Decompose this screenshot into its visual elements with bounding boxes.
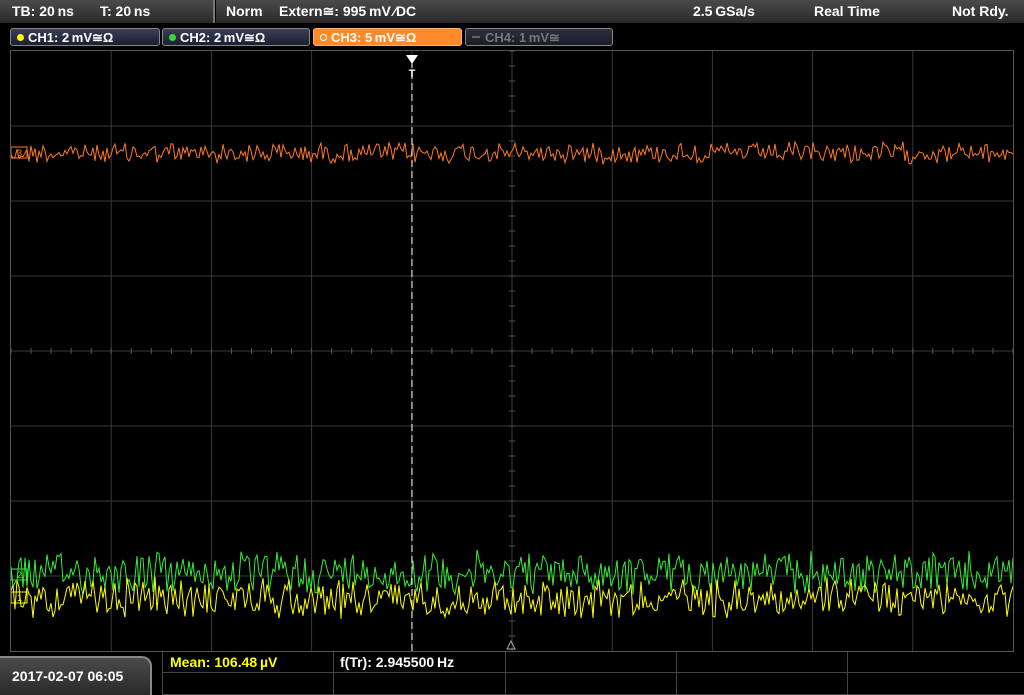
channel-2-dot-icon bbox=[169, 34, 176, 41]
trigger-mode-label: Norm bbox=[226, 3, 263, 19]
trigger-panel[interactable]: Norm Extern≅: 995 mV ∕DC 2.5 GSa/s Real … bbox=[216, 0, 1024, 23]
channel-1-button[interactable]: CH1: 2 mV≅Ω bbox=[10, 28, 160, 46]
ch2-ref-label: 2 bbox=[17, 570, 22, 580]
channel-3-dot-icon bbox=[320, 34, 327, 41]
top-status-bar: TB: 20 ns T: 20 ns Norm Extern≅: 995 mV … bbox=[0, 0, 1024, 24]
measurement-bar: 2017-02-07 06:05 Mean: 106.48 µV f(Tr): … bbox=[0, 652, 1024, 695]
channel-1-dot-icon bbox=[17, 34, 24, 41]
measure-cell-9[interactable] bbox=[676, 673, 847, 695]
status-label: Not Rdy. bbox=[952, 3, 1009, 19]
waveform-display[interactable]: T 3 2 1 bbox=[10, 50, 1014, 652]
trigger-arrow-icon bbox=[406, 55, 418, 64]
channel-2-label: CH2: 2 mV≅Ω bbox=[180, 30, 266, 45]
waveform-svg: T 3 2 1 bbox=[10, 50, 1014, 651]
ch1-ref-label: 1 bbox=[17, 593, 22, 603]
channel-3-ref-marker[interactable]: 3 bbox=[10, 146, 28, 159]
trigger-source-label: Extern≅: 995 mV ∕DC bbox=[279, 3, 417, 19]
measure-cell-5[interactable] bbox=[847, 652, 1024, 673]
mean-measurement: Mean: 106.48 µV bbox=[170, 654, 278, 670]
channel-2-button[interactable]: CH2: 2 mV≅Ω bbox=[162, 28, 310, 46]
acquisition-mode-label: Real Time bbox=[814, 3, 880, 19]
measure-cell-10[interactable] bbox=[847, 673, 1024, 695]
frequency-measurement: f(Tr): 2.945500 Hz bbox=[340, 654, 455, 670]
measure-cell-7[interactable] bbox=[333, 673, 505, 695]
ch3-ref-label: 3 bbox=[17, 148, 22, 158]
timebase-label: TB: 20 ns bbox=[12, 3, 74, 19]
channel-3-label: CH3: 5 mV≅Ω bbox=[331, 30, 417, 45]
channel-4-button[interactable]: CH4: 1 mV≅ bbox=[465, 28, 613, 46]
trigger-time-label: T: 20 ns bbox=[100, 3, 151, 19]
trigger-marker-label: T bbox=[409, 68, 416, 80]
channel-bar: CH1: 2 mV≅Ω CH2: 2 mV≅Ω CH3: 5 mV≅Ω CH4:… bbox=[0, 25, 1024, 49]
sample-rate-label: 2.5 GSa/s bbox=[693, 3, 755, 19]
channel-1-label: CH1: 2 mV≅Ω bbox=[28, 30, 114, 45]
channel-4-label: CH4: 1 mV≅ bbox=[485, 30, 560, 45]
trigger-position-marker[interactable]: T bbox=[406, 55, 418, 651]
measure-cell-4[interactable] bbox=[676, 652, 847, 673]
graticule bbox=[10, 50, 1014, 651]
measure-cell-3[interactable] bbox=[505, 652, 676, 673]
center-marker-icon bbox=[506, 639, 516, 650]
measure-cell-8[interactable] bbox=[505, 673, 676, 695]
channel-4-off-icon bbox=[472, 36, 480, 38]
measure-cell-6[interactable] bbox=[162, 673, 333, 695]
channel-3-button[interactable]: CH3: 5 mV≅Ω bbox=[313, 28, 462, 46]
datetime-display: 2017-02-07 06:05 bbox=[0, 656, 152, 695]
timebase-panel[interactable]: TB: 20 ns T: 20 ns bbox=[0, 0, 215, 23]
